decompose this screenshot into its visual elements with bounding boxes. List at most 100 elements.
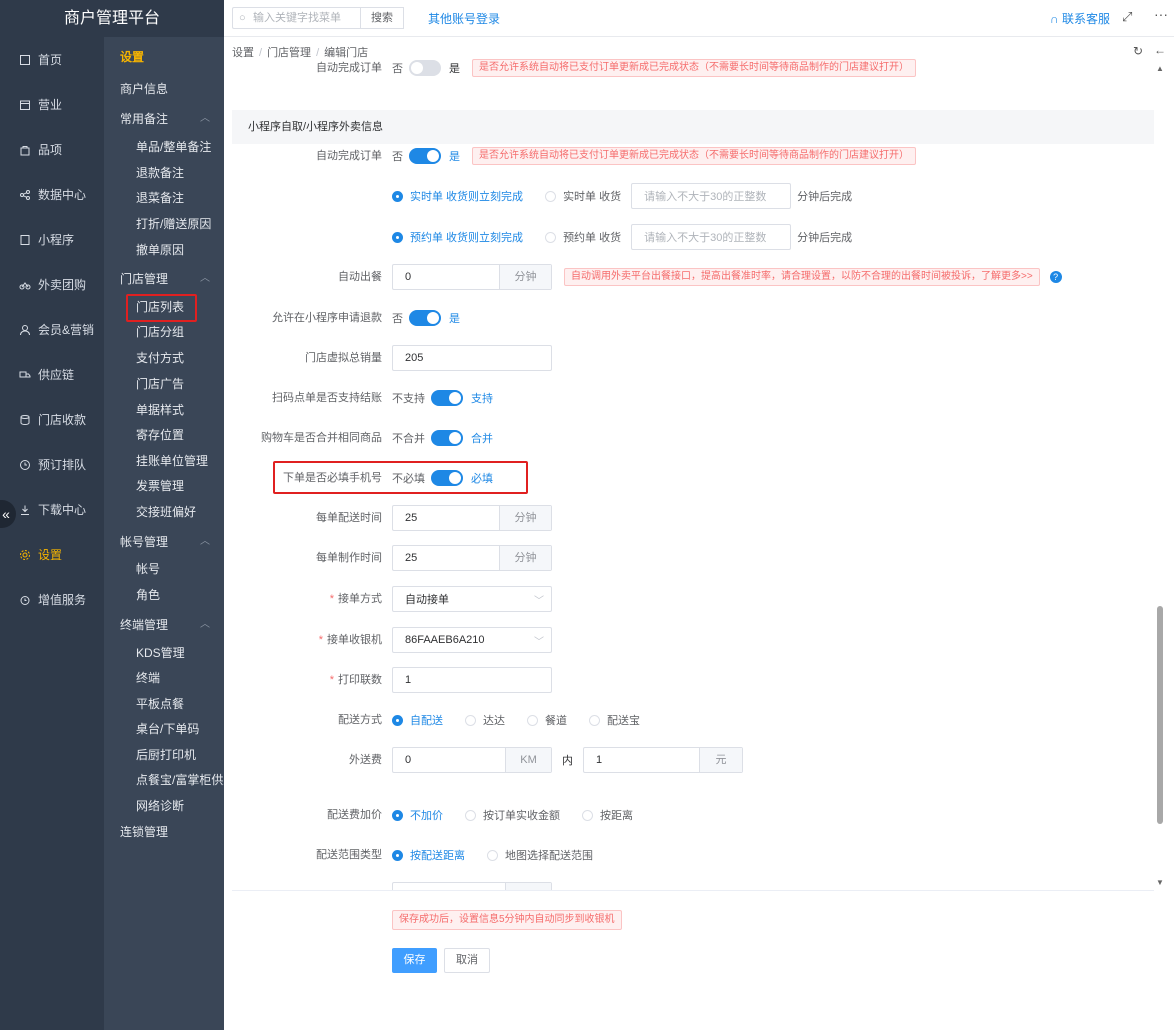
nav-takeout[interactable]: 外卖团购 xyxy=(0,270,104,300)
nav2-item[interactable]: 帐号管理 ︿ xyxy=(104,530,224,554)
nav2-item[interactable]: 寄存位置 xyxy=(104,423,224,447)
nav2-item[interactable]: 单据样式 xyxy=(104,398,224,422)
radio-label: 地图选择配送范围 xyxy=(505,850,593,862)
nav2-item[interactable]: 平板点餐 xyxy=(104,692,224,716)
other-account-login-link[interactable]: 其他账号登录 xyxy=(428,10,500,27)
help-icon[interactable]: ? xyxy=(1049,271,1062,283)
radio-range-by-map[interactable]: 地图选择配送范围 xyxy=(487,847,593,863)
cut-off-input[interactable] xyxy=(392,882,552,890)
radio-realtime-delay[interactable]: 实时单 收货 xyxy=(545,188,621,204)
scrollbar-thumb[interactable] xyxy=(1157,606,1163,824)
nav2-item[interactable]: 点餐宝/富掌柜供应 xyxy=(104,768,224,792)
allow-refund-switch[interactable] xyxy=(409,310,441,326)
nav2-item[interactable]: 支付方式 xyxy=(104,346,224,370)
label-print-copies: * 打印联数 xyxy=(329,674,382,686)
radio-dada[interactable]: 达达 xyxy=(465,712,505,728)
auto-meal-input[interactable]: 0 分钟 xyxy=(392,264,552,290)
radio-range-by-distance[interactable]: 按配送距离 xyxy=(392,847,465,863)
primary-nav: 首页 营业 品项 数据中心 小程序 外卖团购 会员&营销 供应链 门店收款 预订… xyxy=(0,37,104,1030)
radio-markup-by-distance[interactable]: 按距离 xyxy=(582,807,633,823)
menu-search-input[interactable]: ○ 输入关键字找菜单 xyxy=(232,7,360,29)
select-value: 86FAAEB6A210 xyxy=(405,634,485,646)
accept-cashier-select[interactable]: 86FAAEB6A210 ﹀ xyxy=(392,627,552,653)
radio-peisongbao[interactable]: 配送宝 xyxy=(589,712,640,728)
nav-settings[interactable]: 设置 xyxy=(0,540,104,570)
nav-miniapp[interactable]: 小程序 xyxy=(0,225,104,255)
headset-icon: ∩ xyxy=(1050,12,1062,26)
nav2-item[interactable]: 终端 xyxy=(104,666,224,690)
nav2-item[interactable]: 商户信息 xyxy=(104,77,224,101)
nav2-label: 单据样式 xyxy=(136,403,185,417)
nav2-item[interactable]: 挂账单位管理 xyxy=(104,449,224,473)
radio-preorder-delay[interactable]: 预约单 收货 xyxy=(545,229,621,245)
input-unit: 分钟 xyxy=(499,265,551,289)
more-icon[interactable]: ··· xyxy=(1154,6,1168,22)
preorder-minutes-input[interactable]: 请输入不大于30的正整数 xyxy=(631,224,792,250)
radio-no-markup[interactable]: 不加价 xyxy=(392,807,443,823)
input-placeholder: 请输入不大于30的正整数 xyxy=(644,191,767,203)
clock-icon xyxy=(18,458,32,472)
back-arrow-icon[interactable]: ← xyxy=(1154,43,1166,57)
save-button[interactable]: 保存 xyxy=(392,948,437,973)
radio-self-delivery[interactable]: 自配送 xyxy=(392,712,443,728)
auto-complete-switch[interactable] xyxy=(409,148,441,164)
search-button[interactable]: 搜索 xyxy=(360,7,404,29)
nav2-item[interactable]: 门店广告 xyxy=(104,372,224,396)
nav2-item[interactable]: 单品/整单备注 xyxy=(104,135,224,159)
label-delivery-fee: 外送费 xyxy=(349,754,382,766)
nav2-item[interactable]: 撤单原因 xyxy=(104,238,224,262)
radio-realtime-instant[interactable]: 实时单 收货则立刻完成 xyxy=(392,188,523,204)
nav2-item[interactable]: 打折/赠送原因 xyxy=(104,212,224,236)
radio-candao[interactable]: 餐道 xyxy=(527,712,567,728)
nav2-item[interactable]: 常用备注 ︿ xyxy=(104,107,224,131)
nav-supply[interactable]: 供应链 xyxy=(0,360,104,390)
scroll-down-arrow[interactable]: ▼ xyxy=(1156,878,1164,887)
nav2-item[interactable]: 帐号 xyxy=(104,557,224,581)
nav2-item[interactable]: 网络诊断 xyxy=(104,794,224,818)
nav2-item[interactable]: 桌台/下单码 xyxy=(104,717,224,741)
nav2-item[interactable]: 连锁管理 xyxy=(104,820,224,844)
merge-cart-switch[interactable] xyxy=(431,430,463,446)
footer-sync-tip: 保存成功后，设置信息5分钟内自动同步到收银机 xyxy=(392,910,622,930)
delivery-fee-yuan-input[interactable]: 1元 xyxy=(583,747,743,773)
nav2-item[interactable]: 终端管理 ︿ xyxy=(104,613,224,637)
make-time-input[interactable]: 25 分钟 xyxy=(392,545,552,571)
nav2-item[interactable]: 门店分组 xyxy=(104,320,224,344)
delivery-time-input[interactable]: 25 分钟 xyxy=(392,505,552,531)
user-icon xyxy=(18,323,32,337)
nav-addon[interactable]: 增值服务 xyxy=(0,585,104,615)
scroll-up-arrow[interactable]: ▲ xyxy=(1156,64,1164,73)
fullscreen-icon[interactable]: ⤢ xyxy=(1122,9,1132,25)
virtual-sales-input[interactable]: 205 xyxy=(392,345,552,371)
radio-markup-by-amount[interactable]: 按订单实收金额 xyxy=(465,807,560,823)
nav2-item[interactable]: 退款备注 xyxy=(104,161,224,185)
nav-payment[interactable]: 门店收款 xyxy=(0,405,104,435)
nav2-item[interactable]: 门店管理 ︿ xyxy=(104,267,224,291)
nav2-label: 门店管理 xyxy=(120,272,169,286)
refresh-icon[interactable]: ↻ xyxy=(1133,44,1143,58)
nav2-item[interactable]: 退菜备注 xyxy=(104,186,224,210)
nav2-item[interactable]: 后厨打印机 xyxy=(104,743,224,767)
highlight-require-phone xyxy=(273,461,528,494)
nav-data-center[interactable]: 数据中心 xyxy=(0,180,104,210)
label-text: 打印联数 xyxy=(338,674,382,686)
nav-items[interactable]: 品项 xyxy=(0,135,104,165)
nav-reservation[interactable]: 预订排队 xyxy=(0,450,104,480)
delivery-fee-km-input[interactable]: 0 KM xyxy=(392,747,552,773)
radio-preorder-instant[interactable]: 预约单 收货则立刻完成 xyxy=(392,229,523,245)
print-copies-input[interactable]: 1 xyxy=(392,667,552,693)
scan-checkout-switch[interactable] xyxy=(431,390,463,406)
nav-home[interactable]: 首页 xyxy=(0,45,104,75)
accept-mode-select[interactable]: 自动接单 ﹀ xyxy=(392,586,552,612)
nav2-item[interactable]: 角色 xyxy=(104,583,224,607)
nav-business[interactable]: 营业 xyxy=(0,90,104,120)
contact-support-link[interactable]: ∩ 联系客服 xyxy=(1050,10,1110,27)
highlight-store-list xyxy=(126,294,197,322)
nav2-item[interactable]: 交接班偏好 xyxy=(104,500,224,524)
nav2-item[interactable]: KDS管理 xyxy=(104,641,224,665)
nav2-item[interactable]: 发票管理 xyxy=(104,474,224,498)
cancel-button[interactable]: 取消 xyxy=(444,948,490,973)
nav-member[interactable]: 会员&营销 xyxy=(0,315,104,345)
auto-complete-top-switch[interactable] xyxy=(409,60,441,76)
realtime-minutes-input[interactable]: 请输入不大于30的正整数 xyxy=(631,183,792,209)
